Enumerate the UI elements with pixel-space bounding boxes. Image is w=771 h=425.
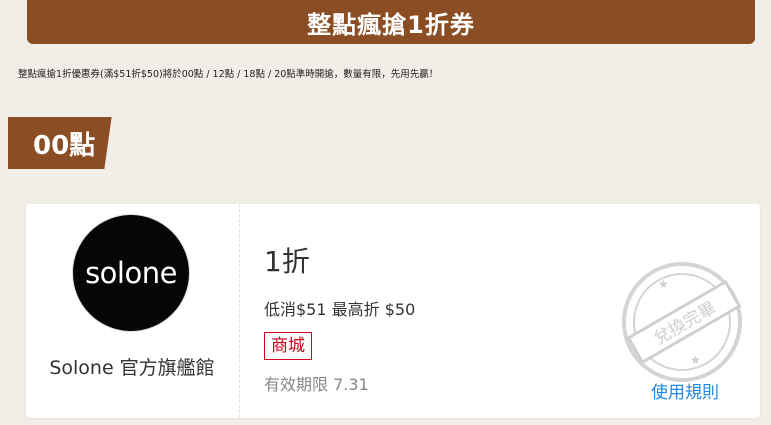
usage-rules-link[interactable]: 使用規則 [651, 378, 719, 403]
page-title: 整點瘋搶1折券 [307, 10, 475, 39]
shop-logo-text: solone [85, 256, 177, 290]
shop-logo[interactable]: solone [72, 214, 190, 332]
time-slot-label: 00點 [33, 130, 96, 161]
header-banner: 整點瘋搶1折券 [27, 0, 755, 44]
coupon-condition: 低消$51 最高折 $50 [264, 300, 416, 319]
time-slot-tab: 00點 [8, 117, 120, 169]
svg-text:★: ★ [690, 353, 701, 367]
coupon-scallop-edge [21, 204, 31, 418]
mall-badge: 商城 [264, 332, 312, 360]
redeemed-stamp-icon: ★ ★ 兌換完畢 [622, 262, 742, 382]
coupon-card: solone Solone 官方旗艦館 1折 低消$51 最高折 $50 商城 … [21, 204, 760, 418]
coupon-shop-section: solone Solone 官方旗艦館 [21, 204, 240, 418]
shop-name[interactable]: Solone 官方旗艦館 [42, 356, 222, 380]
page: 整點瘋搶1折券 整點瘋搶1折優惠券(滿$51折$50)將於00點 / 12點 /… [0, 0, 771, 425]
coupon-validity: 有效期限 7.31 [264, 375, 369, 394]
svg-text:★: ★ [658, 277, 669, 291]
coupon-discount: 1折 [264, 245, 310, 278]
notice-text: 整點瘋搶1折優惠券(滿$51折$50)將於00點 / 12點 / 18點 / 2… [18, 69, 439, 80]
